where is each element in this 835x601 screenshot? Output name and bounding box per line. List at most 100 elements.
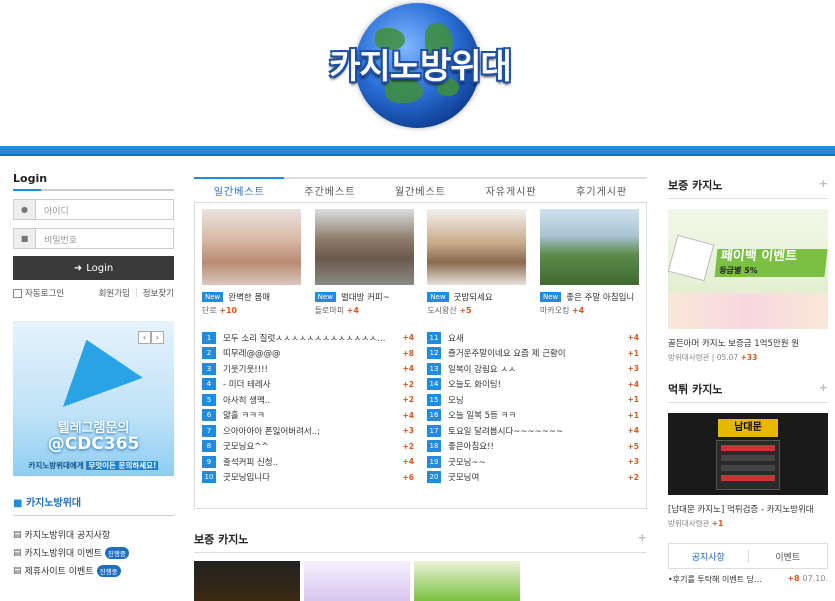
thumb-score: +4 <box>571 306 585 315</box>
thumb-image[interactable] <box>314 209 414 285</box>
more-icon[interactable]: + <box>638 531 647 547</box>
list-item[interactable]: 14 오늘도 화이팅! +4 <box>427 377 639 393</box>
thumb-title[interactable]: 좋은 주말 아침입니 <box>566 291 634 303</box>
login-arrow-icon: ➜ <box>73 262 83 274</box>
list-item[interactable]: 7 으아아아아 폰잃어버려서..; +3 <box>202 423 414 439</box>
thumb-author: 도시왕산 <box>427 306 457 315</box>
scam-casino-title: 먹튀 카지노 + <box>668 381 828 403</box>
sidebar-item-notice[interactable]: ▤ 카지노방위대 공지사항 <box>13 528 174 542</box>
scam-casino-banner[interactable]: 남대문 <box>668 413 828 495</box>
tab-event[interactable]: 이벤트 <box>749 550 828 563</box>
site-header: 카지노방위대 <box>0 0 835 146</box>
id-placeholder: 아이디 <box>44 207 69 217</box>
banner-headline: 페이백 이벤트 등급별 5% <box>714 249 828 277</box>
sidebar-item-partner-event[interactable]: ▤ 제휴사이트 이벤트 진행중 <box>13 564 174 577</box>
list-item[interactable]: 10 굿모닝입니다 +6 <box>202 470 414 486</box>
password-field[interactable]: ■ 비밀번호 <box>13 228 174 249</box>
ranking-list-right: 11 요새 +4 12 즐거운주말이네요 요즘 제 근황이 +1 13 일복이 강림요 ㅅ… <box>427 330 639 485</box>
register-link[interactable]: 회원가입 <box>99 287 130 299</box>
tab-daily-best[interactable]: 일간베스트 <box>194 183 285 198</box>
tab-monthly-best[interactable]: 월간베스트 <box>375 183 466 198</box>
site-logo-text[interactable]: 카지노방위대 <box>316 42 524 92</box>
thumb-image[interactable] <box>202 209 301 285</box>
list-item[interactable]: 4- 미더 테레사 +2 <box>202 377 414 393</box>
thumb-image[interactable] <box>427 209 527 285</box>
ranking-list-left: 1 모두 소리 질럿ㅅㅅㅅㅅㅅㅅㅅㅅㅅㅅㅅㅅㅅ… +4 2 띠무레@@@@ +8 3 기웃… <box>202 330 414 485</box>
new-badge: New <box>314 292 336 302</box>
casino-banner[interactable] <box>414 561 520 601</box>
find-info-link[interactable]: 정보찾기 <box>143 287 174 299</box>
list-item[interactable]: 20 굿모닝여 +2 <box>427 470 639 486</box>
list-item[interactable]: 3 기웃기웃!!!! +4 <box>202 361 414 377</box>
new-badge: New <box>427 292 449 302</box>
tab-free-board[interactable]: 자유게시판 <box>466 183 557 198</box>
more-icon[interactable]: + <box>819 177 828 193</box>
banner-models-strip <box>668 293 828 329</box>
thumb-title[interactable]: 벌대방 커피~ <box>341 291 390 303</box>
sidebar-item-event[interactable]: ▤ 카지노방위대 이벤트 진행중 <box>13 546 174 559</box>
thumb-card[interactable]: New 벌대방 커피~ 돌로마피 +4 <box>314 209 414 316</box>
notice-item[interactable]: •후기를 투탁해 이벤트 당… +8 07.10. <box>668 574 828 585</box>
list-item[interactable]: 19 굿모닝~~ +3 <box>427 454 639 470</box>
list-item[interactable]: 12 즐거운주말이네요 요즘 제 근황이 +1 <box>427 346 639 362</box>
tab-notice[interactable]: 공지사항 <box>669 549 749 563</box>
main-content: 일간베스트 주간베스트 월간베스트 자유게시판 후기게시판 New 완벽한 몸매 … <box>194 177 647 601</box>
prev-arrow-icon[interactable]: ‹ <box>138 331 151 344</box>
thumb-title[interactable]: 완벽한 몸매 <box>228 291 270 303</box>
left-sidebar: Login ● 아이디 ■ 비밀번호 ➜ Login 자동로그인 회원가입 | … <box>13 172 174 582</box>
thumb-author: 마카오킹 <box>539 306 570 315</box>
list-item[interactable]: 17 토요일 달려봅시다~~~~~~~ +4 <box>427 423 639 439</box>
thumb-score: +5 <box>459 306 472 315</box>
nav-bar <box>0 146 835 156</box>
thumb-card[interactable]: New 좋은 주말 아침입니 마카오킹 +4 <box>539 209 639 316</box>
login-button[interactable]: ➜ Login <box>13 256 174 280</box>
payback-event-banner[interactable]: 페이백 이벤트 등급별 5% <box>668 209 828 329</box>
dice-image <box>668 234 715 282</box>
new-badge: New <box>202 292 224 302</box>
list-item[interactable]: 2 띠무레@@@@ +8 <box>202 346 414 362</box>
thumb-title[interactable]: 굿밤되세요 <box>454 291 493 303</box>
namdaemun-logo: 남대문 <box>718 419 778 437</box>
divider: | <box>134 288 138 298</box>
casino-banner[interactable] <box>194 561 300 601</box>
notice-tabs: 공지사항 이벤트 <box>668 543 828 569</box>
right-sidebar: 보증 카지노 + 페이백 이벤트 등급별 5% 골든아머 카지노 보증금 1억5만원… <box>668 177 828 585</box>
thumb-image[interactable] <box>539 209 639 285</box>
user-icon: ● <box>14 200 36 219</box>
ad-caption[interactable]: 골든아머 카지노 보증금 1억5만원 원 <box>668 337 828 349</box>
next-arrow-icon[interactable]: › <box>151 331 164 344</box>
id-field[interactable]: ● 아이디 <box>13 199 174 220</box>
list-item[interactable]: 11 요새 +4 <box>427 330 639 346</box>
auto-login-label[interactable]: 자동로그인 <box>25 287 64 299</box>
new-badge: New <box>539 292 562 302</box>
login-links: 자동로그인 회원가입 | 정보찾기 <box>13 287 174 299</box>
telegram-plane-icon <box>44 326 143 407</box>
sidebar-menu: ▤ 카지노방위대 공지사항 ▤ 카지노방위대 이벤트 진행중 ▤ 제휴사이트 이벤트 진행… <box>13 528 174 577</box>
login-title: Login <box>13 172 174 191</box>
list-item[interactable]: 15 모닝 +1 <box>427 392 639 408</box>
thumb-card[interactable]: New 굿밤되세요 도시왕산 +5 <box>427 209 527 316</box>
telegram-banner[interactable]: ‹ › 텔레그램문의 @CDC365 카지노방위대에게 무엇이든 문의하세요! <box>13 321 174 476</box>
list-item[interactable]: 9 출석커피 신청.. +4 <box>202 454 414 470</box>
casino-banner[interactable] <box>304 561 410 601</box>
ad-meta: 방위대사령관 | 05.07 +33 <box>668 353 758 362</box>
password-placeholder: 비밀번호 <box>44 236 78 246</box>
list-item[interactable]: 13 일복이 강림요 ㅅㅅ +3 <box>427 361 639 377</box>
telegram-line2: @CDC365 <box>47 434 140 454</box>
list-item[interactable]: 6 얇홀 ㅋㅋㅋ +4 <box>202 408 414 424</box>
guaranteed-casino-title: 보증 카지노 + <box>668 177 828 199</box>
auto-login-checkbox[interactable] <box>13 288 22 298</box>
ad-caption[interactable]: [남대문 카지노] 먹튀검증 - 카지노방위대 <box>668 503 828 515</box>
list-item[interactable]: 16 오늘 일복 5등 ㅋㅋ +1 <box>427 408 639 424</box>
list-item[interactable]: 8 굿모닝요^^ +2 <box>202 439 414 455</box>
more-icon[interactable]: + <box>819 381 828 397</box>
tab-weekly-best[interactable]: 주간베스트 <box>285 183 376 198</box>
thumb-card[interactable]: New 완벽한 몸매 단로 +10 <box>202 209 301 316</box>
banner-panel <box>716 440 780 490</box>
status-badge: 진행중 <box>96 564 121 577</box>
list-item[interactable]: 1 모두 소리 질럿ㅅㅅㅅㅅㅅㅅㅅㅅㅅㅅㅅㅅㅅ… +4 <box>202 330 414 346</box>
list-item[interactable]: 5 아사히 생맥.. +2 <box>202 392 414 408</box>
tab-review-board[interactable]: 후기게시판 <box>556 183 647 198</box>
guaranteed-casino-header: 보증 카지노 + <box>194 531 647 553</box>
list-item[interactable]: 18 좋은아침요!! +5 <box>427 439 639 455</box>
